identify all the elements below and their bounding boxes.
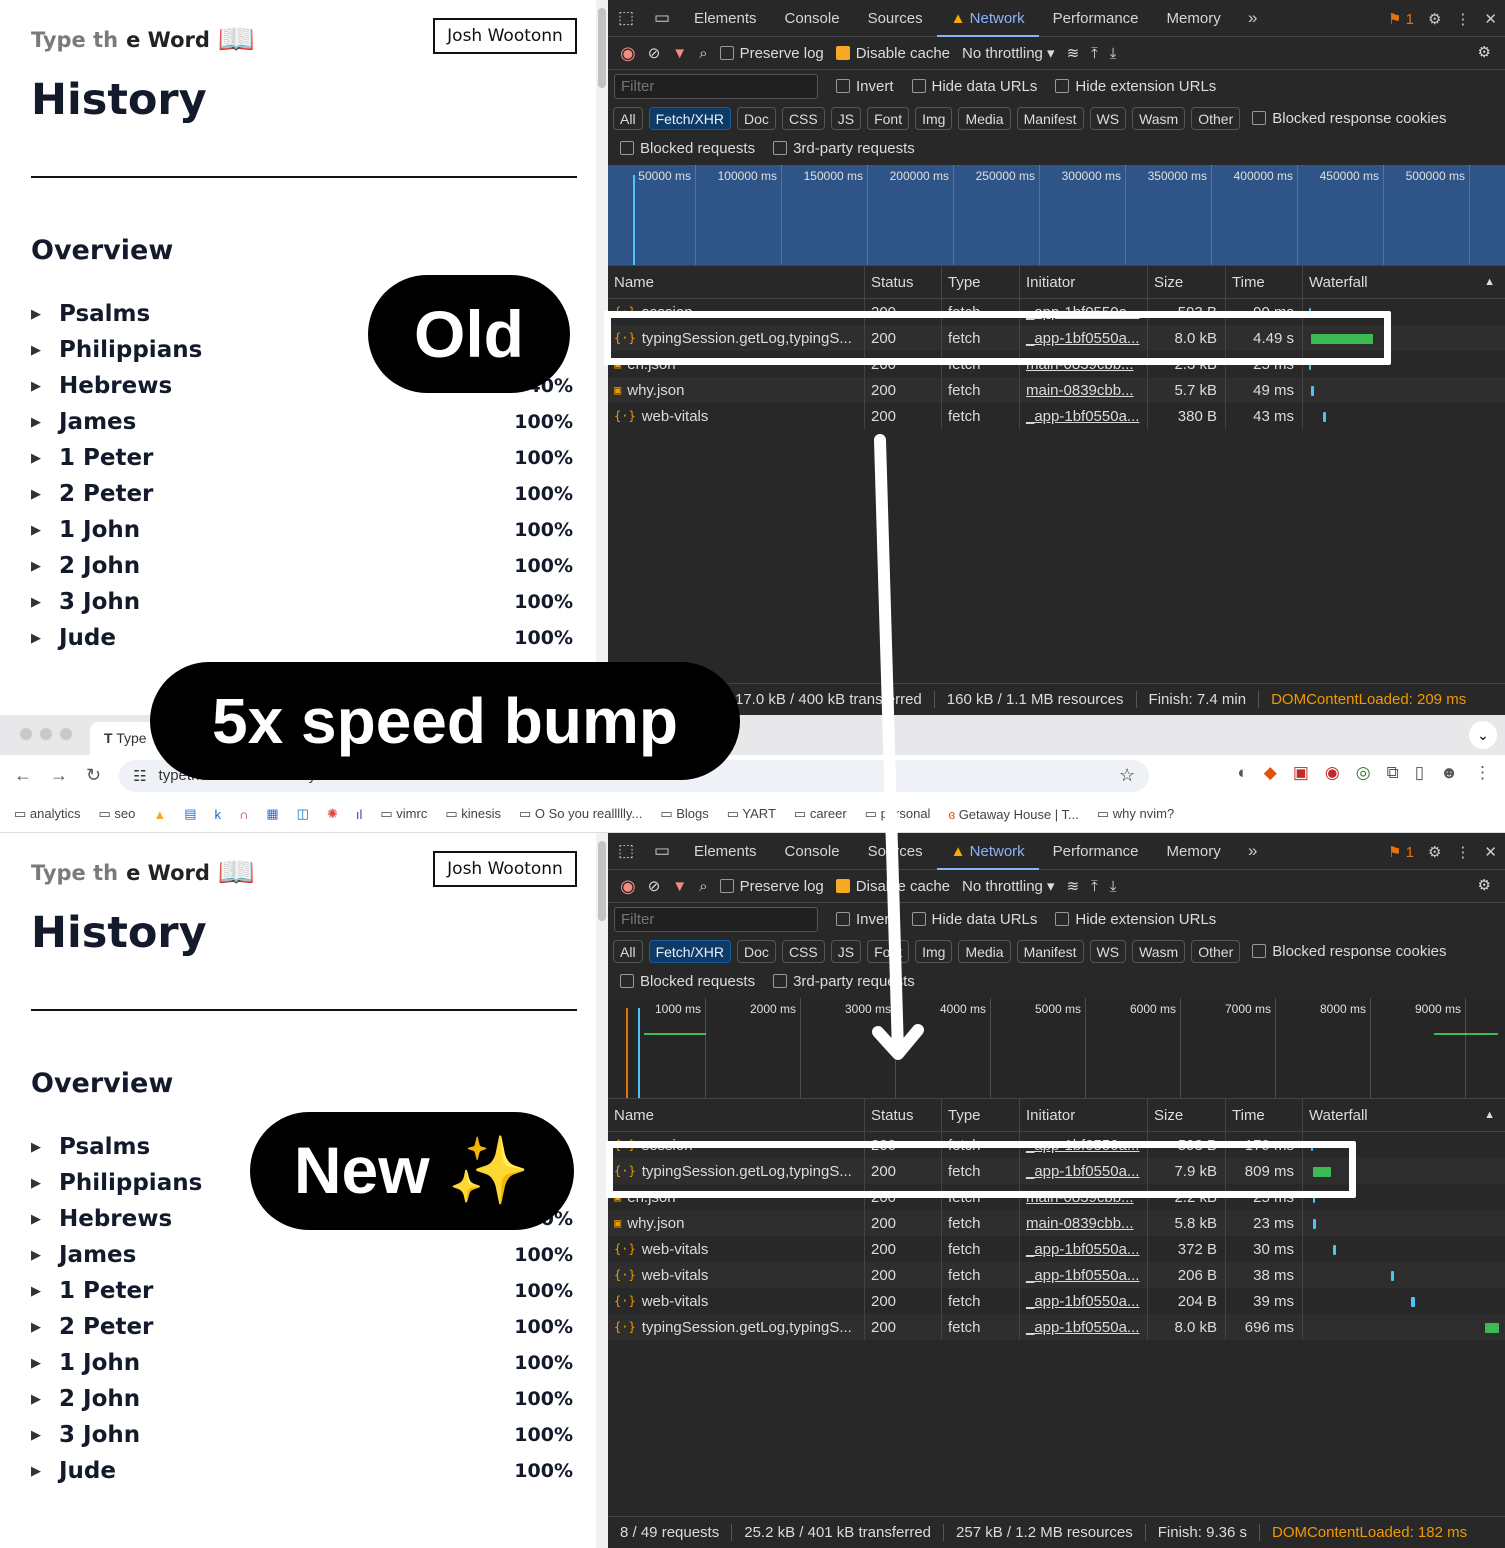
old-label: Old [368, 275, 570, 393]
speed-bump-label: 5x speed bump [150, 662, 740, 780]
arrow-shaft [874, 434, 904, 1058]
new-label: New ✨ [250, 1112, 574, 1230]
